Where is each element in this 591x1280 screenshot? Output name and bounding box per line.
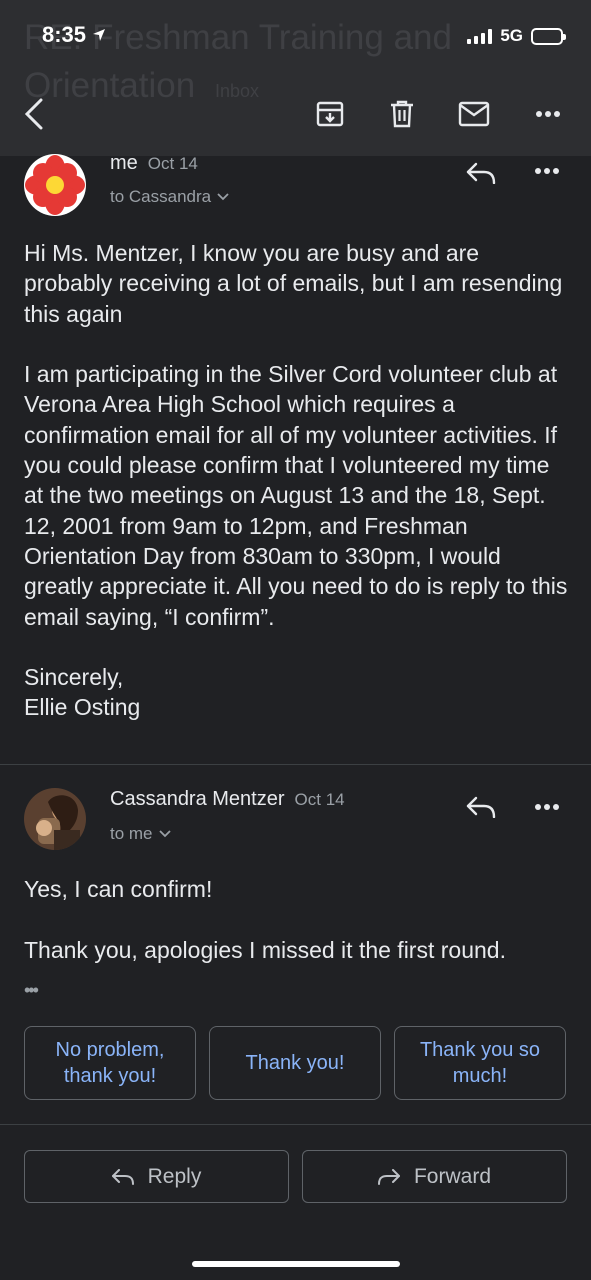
smart-reply-chip[interactable]: No problem, thank you! <box>24 1026 196 1100</box>
message-paragraph: Thank you, apologies I missed it the fir… <box>24 936 506 963</box>
status-indicators: 5G <box>467 26 566 46</box>
forward-button[interactable]: Forward <box>302 1150 567 1203</box>
sender-name: Cassandra Mentzer Oct 14 <box>110 788 345 810</box>
reply-icon <box>111 1168 134 1185</box>
more-horizontal-icon[interactable] <box>530 154 564 188</box>
trash-icon[interactable] <box>384 96 420 132</box>
location-arrow-icon <box>93 29 106 41</box>
message-date: Oct 14 <box>294 790 345 809</box>
smart-reply-chip[interactable]: Thank you so much! <box>394 1026 566 1100</box>
message-body: Hi Ms. Mentzer, I know you are busy and … <box>24 238 569 723</box>
more-horizontal-icon[interactable] <box>530 790 564 824</box>
message-body: Yes, I can confirm! Thank you, apologies… <box>24 874 569 965</box>
avatar <box>24 788 86 850</box>
smart-reply-chip[interactable]: Thank you! <box>209 1026 381 1100</box>
battery-icon <box>531 27 566 45</box>
message-paragraph: I am participating in the Silver Cord vo… <box>24 361 568 630</box>
forward-icon <box>377 1168 400 1185</box>
message-paragraph: Yes, I can confirm! <box>24 876 213 902</box>
reply-button[interactable]: Reply <box>24 1150 289 1203</box>
reply-icon[interactable] <box>464 790 498 824</box>
more-horizontal-icon[interactable] <box>530 96 566 132</box>
mail-icon[interactable] <box>456 96 492 132</box>
message-header[interactable]: me Oct 14 to Cassandra <box>0 152 591 226</box>
avatar <box>24 154 86 216</box>
archive-icon[interactable] <box>312 96 348 132</box>
top-app-bar: RE: Freshman Training and Orientation In… <box>0 0 591 156</box>
signal-icon <box>467 28 493 44</box>
recipient-details[interactable]: to Cassandra <box>110 187 229 207</box>
back-arrow-icon[interactable] <box>16 96 52 132</box>
message-header[interactable]: Cassandra Mentzer Oct 14 to me <box>0 786 591 856</box>
chevron-down-icon <box>158 830 171 838</box>
recipient-details[interactable]: to me <box>110 824 171 844</box>
message-paragraph: Hi Ms. Mentzer, I know you are busy and … <box>24 240 563 327</box>
message-divider <box>0 764 591 765</box>
chevron-down-icon <box>217 193 229 201</box>
status-time: 8:35 <box>42 22 106 48</box>
sender-name: me Oct 14 <box>110 152 198 174</box>
network-label: 5G <box>500 26 523 45</box>
reply-icon[interactable] <box>464 156 498 190</box>
actions-divider <box>0 1124 591 1125</box>
show-trimmed-content-button[interactable]: ••• <box>24 980 39 1001</box>
message-signature: Sincerely, Ellie Osting <box>24 664 141 721</box>
forward-label: Forward <box>413 1164 492 1188</box>
inbox-label: Inbox <box>214 81 259 101</box>
reply-label: Reply <box>147 1164 202 1188</box>
message-date: Oct 14 <box>147 154 198 173</box>
home-indicator[interactable] <box>192 1261 400 1267</box>
